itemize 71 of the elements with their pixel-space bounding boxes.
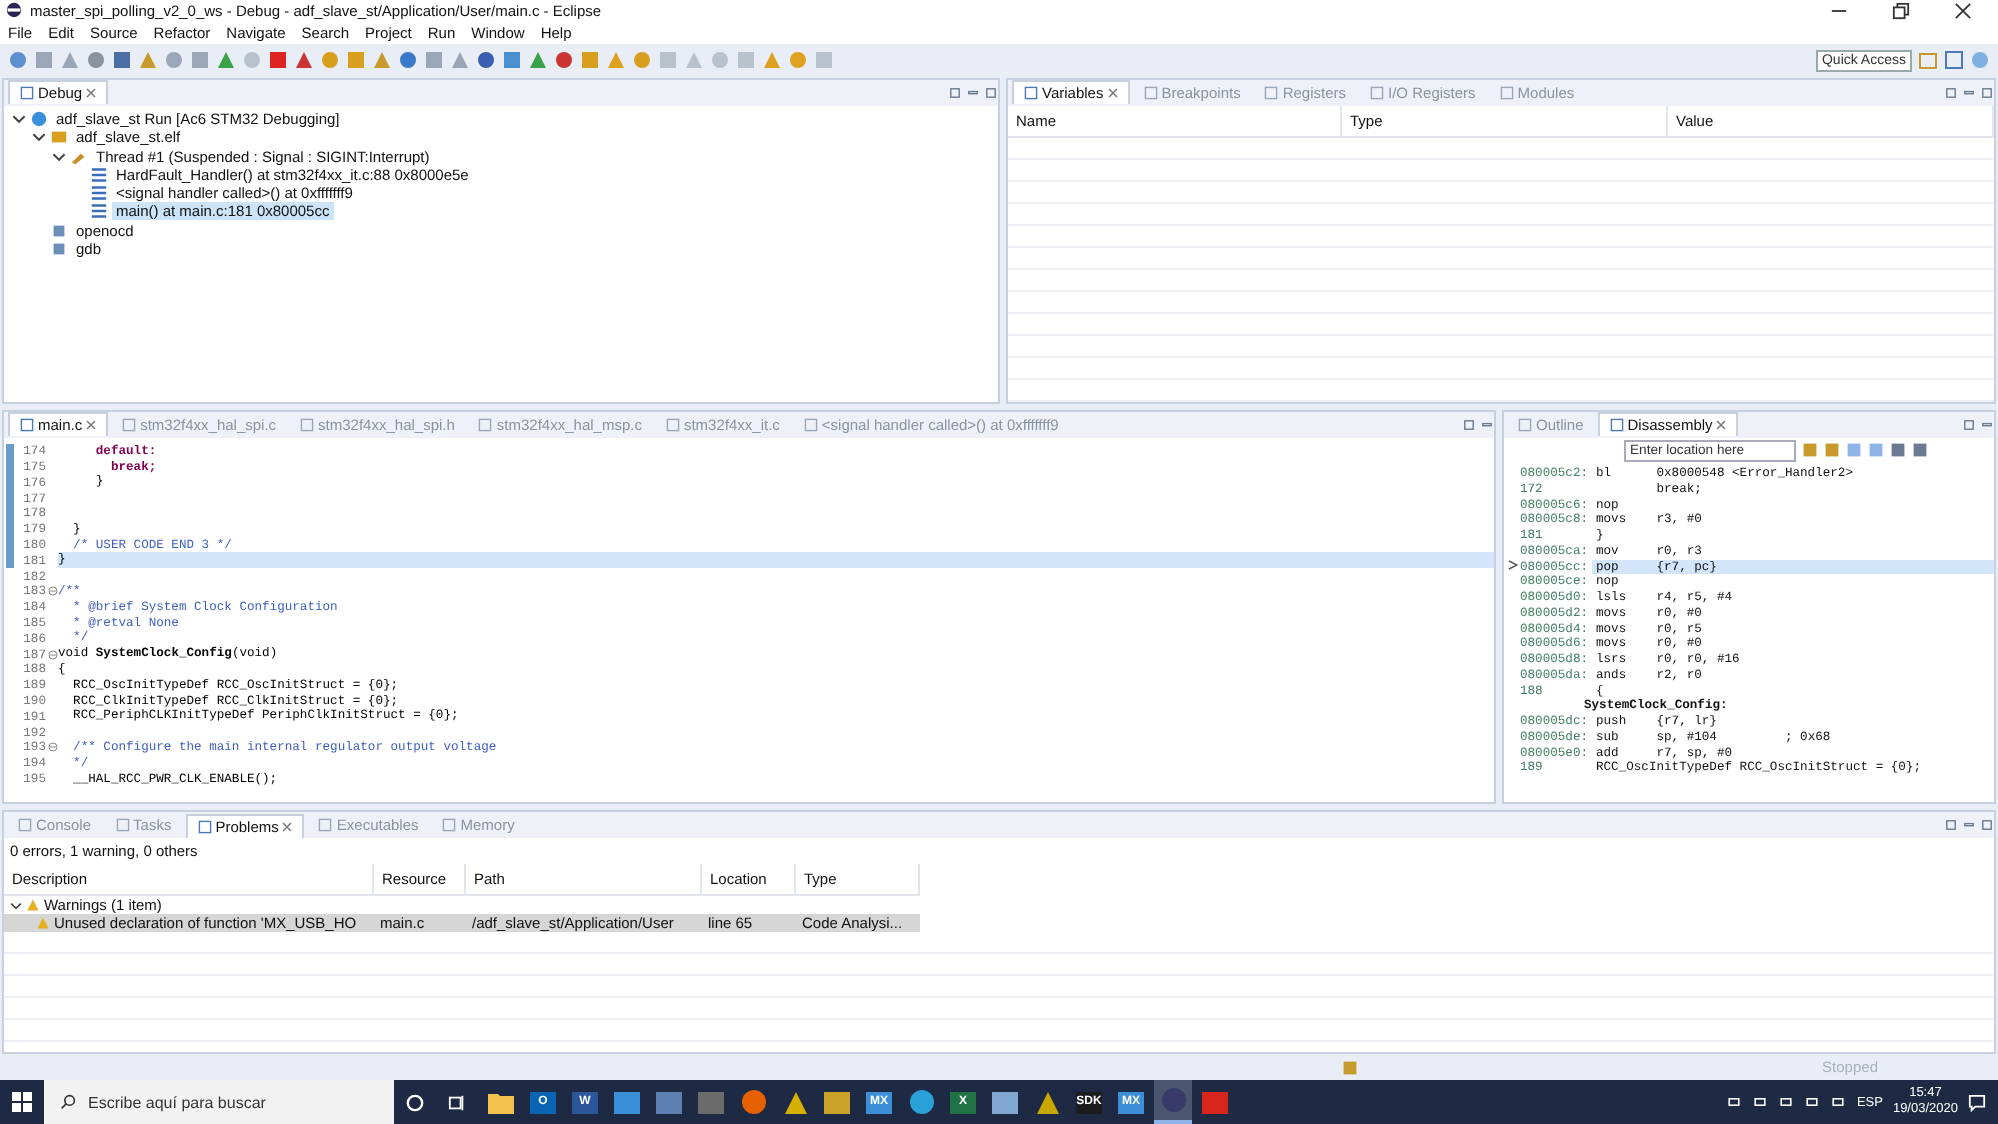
tab-icon <box>478 417 493 432</box>
fold-icon[interactable] <box>48 649 58 660</box>
view-menu-icon <box>1944 818 1958 833</box>
toolbar-icon[interactable] <box>86 50 106 71</box>
tab-icon <box>1518 417 1532 432</box>
maximize-icon <box>1980 818 1994 833</box>
taskbar-app[interactable] <box>1154 1080 1192 1124</box>
tab-icon <box>20 86 34 101</box>
tab-icon <box>1370 85 1385 100</box>
maximize-icon <box>984 85 998 100</box>
fold-icon[interactable] <box>48 586 58 597</box>
cortana-icon[interactable] <box>406 1093 424 1111</box>
tab-icon <box>197 819 212 834</box>
tab-icon <box>665 417 680 432</box>
taskbar-search-field[interactable]: Escribe aquí para buscar <box>44 1080 394 1124</box>
restore-icon[interactable] <box>1892 1 1910 20</box>
fold-icon[interactable] <box>48 742 58 753</box>
minimize-icon <box>1962 85 1976 100</box>
view-menu-icon <box>1944 85 1958 100</box>
toolbar-icon[interactable] <box>372 50 392 71</box>
tab-icon <box>1024 86 1038 101</box>
tab-icon <box>1499 85 1514 100</box>
launch-icon <box>30 109 48 128</box>
toolbar-icon[interactable] <box>138 50 158 71</box>
status-icon <box>1342 1059 1359 1076</box>
toolbar-icon[interactable] <box>528 50 548 71</box>
stack-frame-icon <box>90 184 108 203</box>
expand-caret-icon[interactable] <box>52 149 66 164</box>
tab-icon <box>1609 418 1624 433</box>
tab-icon <box>803 417 818 432</box>
tab-icon <box>20 418 34 433</box>
toolbar-icon[interactable] <box>502 50 522 71</box>
expand-caret-icon[interactable] <box>32 130 46 145</box>
perspective-icon <box>1944 50 1964 71</box>
toolbar-icon[interactable] <box>112 50 132 71</box>
expand-caret-icon[interactable] <box>10 899 22 912</box>
windows-start-icon[interactable] <box>12 1092 32 1112</box>
view-menu-icon <box>948 85 962 100</box>
toolbar-icon[interactable] <box>216 50 236 71</box>
tab-icon <box>1264 85 1279 100</box>
perspective-icon <box>1918 50 1938 71</box>
battery-icon[interactable] <box>1778 1094 1795 1110</box>
minimize-icon <box>1980 417 1994 432</box>
task-view-icon[interactable] <box>448 1093 466 1111</box>
toolbar-icon[interactable] <box>294 50 314 71</box>
tab-icon <box>300 417 315 432</box>
tab-icon <box>318 818 333 833</box>
toolbar-icon[interactable] <box>398 50 418 71</box>
close-icon[interactable] <box>1954 1 1972 20</box>
minimize-icon <box>966 85 980 100</box>
view-menu-icon <box>1962 417 1976 432</box>
binary-icon <box>50 128 68 147</box>
toolbar-icon[interactable] <box>476 50 496 71</box>
toolbar-icon[interactable] <box>8 50 28 71</box>
tab-icon <box>442 818 457 833</box>
tab-icon <box>115 818 130 833</box>
stack-frame-icon <box>90 202 108 221</box>
expand-caret-icon[interactable] <box>12 111 26 126</box>
tab-icon <box>1143 85 1158 100</box>
toolbar-icon[interactable] <box>268 50 288 71</box>
stack-frame-icon <box>90 165 108 184</box>
debug-perspective-icon <box>1970 50 1990 71</box>
search-icon <box>60 1094 76 1110</box>
instruction-pointer-icon <box>1508 559 1518 570</box>
minimize-icon <box>1480 417 1494 432</box>
toolbar-icon[interactable] <box>554 50 574 71</box>
maximize-icon <box>1980 85 1994 100</box>
view-menu-icon <box>1462 417 1476 432</box>
tab-icon <box>122 417 137 432</box>
notification-icon[interactable] <box>1968 1093 1986 1111</box>
tab-icon <box>18 818 32 833</box>
